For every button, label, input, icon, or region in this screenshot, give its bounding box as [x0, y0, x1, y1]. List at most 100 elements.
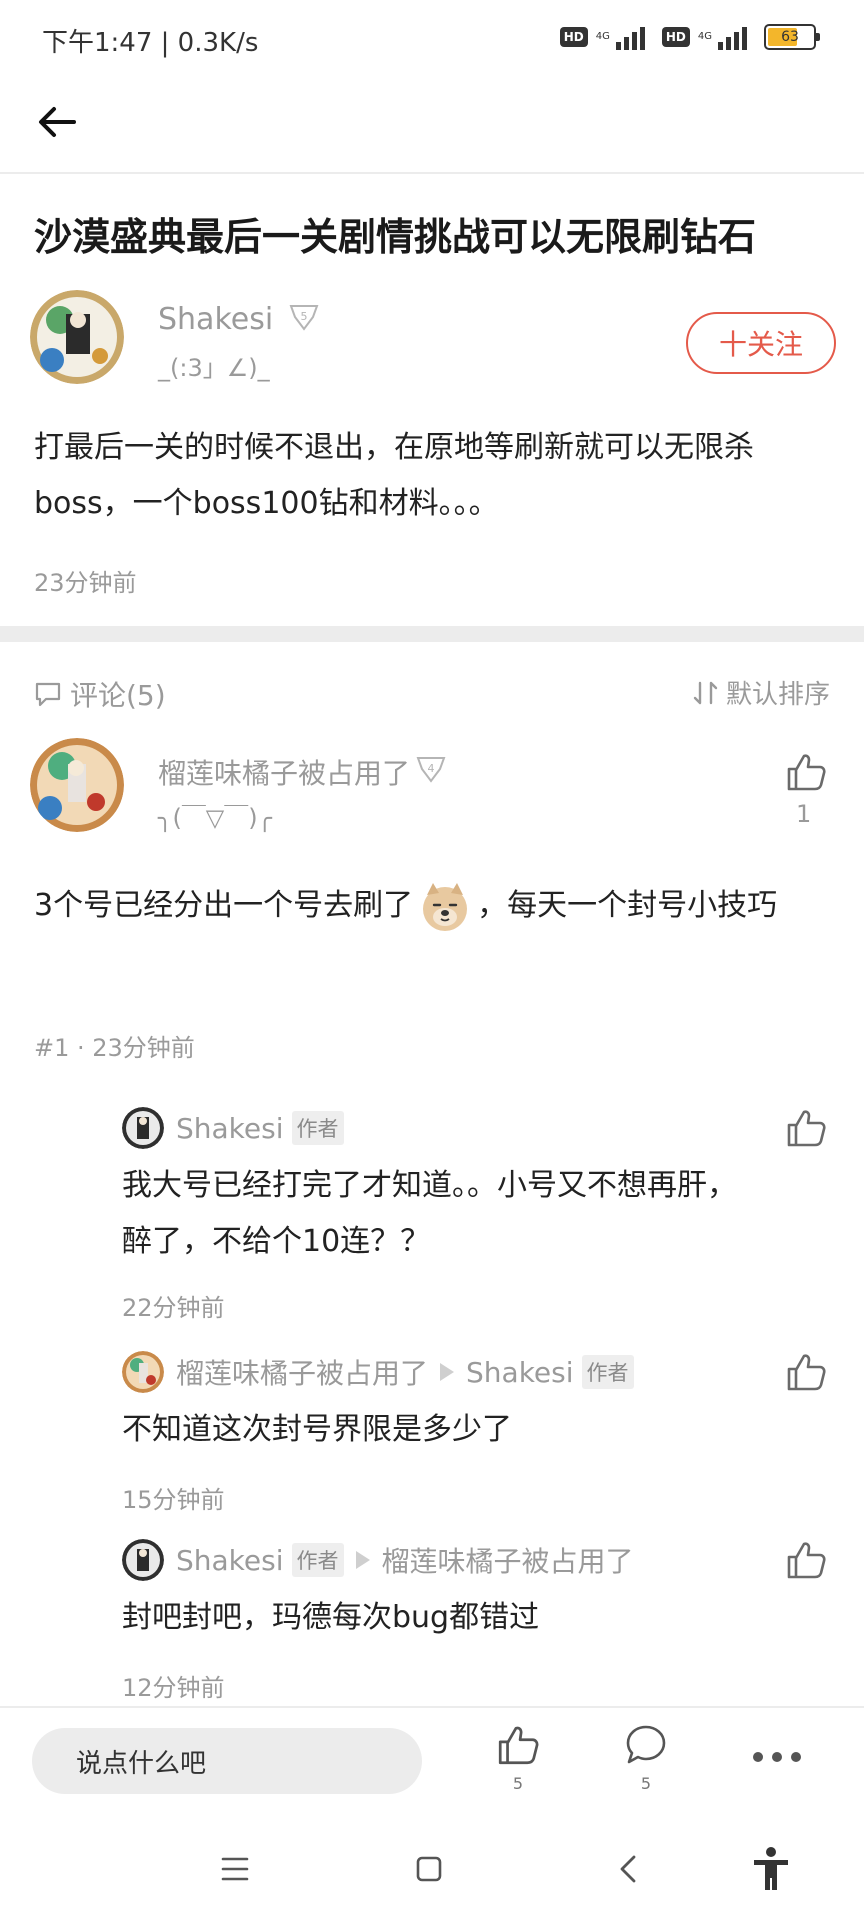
- reply-header: Shakesi 作者: [122, 1106, 344, 1150]
- hd-badge-2: HD: [661, 27, 690, 47]
- reply-avatar[interactable]: [122, 1351, 164, 1393]
- home-nav-button[interactable]: [404, 1844, 454, 1894]
- more-button[interactable]: [752, 1742, 802, 1772]
- comment-text-part2: ，每天一个封号小技巧: [477, 888, 778, 923]
- back-nav-button[interactable]: [604, 1844, 654, 1894]
- comment-body: 3个号已经分出一个号去刷了 ，每天一个封号小技巧: [34, 878, 834, 934]
- post-time: 23分钟前: [34, 569, 137, 597]
- post-title: 沙漠盛典最后一关剧情挑战可以无限刷钻石: [34, 215, 757, 259]
- reply-avatar[interactable]: [122, 1539, 164, 1581]
- home-icon: [416, 1856, 442, 1882]
- reply-author-name[interactable]: 榴莲味橘子被占用了: [176, 1352, 428, 1392]
- comment-text-part1: 3个号已经分出一个号去刷了: [34, 888, 414, 923]
- reply-time: 12分钟前: [122, 1674, 225, 1702]
- comment-meta: #1 · 23分钟前: [34, 1034, 195, 1062]
- reply-avatar[interactable]: [122, 1107, 164, 1149]
- sort-icon: [693, 681, 718, 704]
- status-bar: 下午1:47 | 0.3K/s HD 4G HD 4G 63: [0, 0, 864, 80]
- more-dot: [772, 1752, 782, 1762]
- network-type: 4G: [595, 31, 610, 42]
- reply-header: Shakesi 作者 榴莲味橘子被占用了: [122, 1538, 634, 1582]
- thumbs-up-icon: [787, 1110, 826, 1147]
- level-badge-icon: 5: [289, 303, 319, 339]
- level-badge-icon: 4: [416, 755, 446, 790]
- sort-label: 默认排序: [725, 680, 830, 710]
- reply-time: 15分钟前: [122, 1486, 225, 1514]
- reply-time: 22分钟前: [122, 1294, 225, 1322]
- post-like-button[interactable]: 5: [488, 1722, 548, 1793]
- comment-count-label: 评论(5): [70, 679, 166, 712]
- avatar-image: [30, 738, 124, 832]
- avatar-image: [122, 1351, 164, 1393]
- comment-count: 评论(5): [34, 674, 166, 714]
- signal-icon-2: [718, 27, 747, 50]
- commenter-avatar[interactable]: [30, 738, 124, 832]
- commenter-name[interactable]: 榴莲味橘子被占用了: [158, 752, 410, 792]
- top-bar: [0, 80, 864, 174]
- reply-like-button[interactable]: [784, 1350, 828, 1394]
- reply-like-button[interactable]: [784, 1106, 828, 1150]
- back-button[interactable]: [34, 98, 82, 146]
- post-comment-button[interactable]: 5: [616, 1722, 676, 1793]
- system-nav-bar: [0, 1816, 864, 1920]
- signal-icon: [615, 27, 645, 50]
- post-like-count: 5: [512, 1774, 524, 1793]
- reply-body: 封吧封吧，玛德每次bug都错过: [122, 1600, 540, 1635]
- more-dot: [753, 1752, 763, 1762]
- comment-input[interactable]: 说点什么吧: [32, 1728, 422, 1794]
- reply-header: 榴莲味橘子被占用了 Shakesi 作者: [122, 1350, 634, 1394]
- dog-emoji-icon: [419, 881, 471, 933]
- comments-header: 评论(5) 默认排序: [34, 672, 830, 714]
- reply-author-name[interactable]: Shakesi: [176, 1544, 284, 1577]
- post-body: 打最后一关的时候不退出，在原地等刷新就可以无限杀boss，一个boss100钻和…: [34, 430, 754, 521]
- author-name-row[interactable]: Shakesi 5: [158, 302, 319, 339]
- network-type-2: 4G: [697, 31, 712, 42]
- back-nav-icon: [620, 1855, 636, 1883]
- comment-like-count: 1: [796, 800, 812, 828]
- bottom-action-bar: 说点什么吧 5 5: [0, 1706, 864, 1816]
- follow-button[interactable]: 十关注: [686, 312, 836, 374]
- back-arrow-icon: [39, 107, 76, 137]
- battery-level: 63: [781, 29, 799, 45]
- thumbs-up-icon: [498, 1726, 539, 1765]
- accessibility-button[interactable]: [746, 1844, 796, 1894]
- reply-like-button[interactable]: [784, 1538, 828, 1582]
- reply-arrow-icon: [355, 1551, 370, 1569]
- accessibility-icon: [754, 1847, 788, 1890]
- status-icons: HD 4G HD 4G 63: [559, 24, 820, 50]
- reply-arrow-icon: [440, 1363, 455, 1381]
- reply-item: Shakesi 作者 我大号已经打完了才知道。。小号又不想再肝，醉了，不给个10…: [122, 1106, 834, 1326]
- commenter-signature: ╮(￣▽￣)╭: [158, 804, 273, 832]
- menu-nav-button[interactable]: [210, 1844, 260, 1894]
- thumbs-up-icon: [787, 1542, 826, 1579]
- author-tag: 作者: [291, 1543, 344, 1577]
- reply-item: 榴莲味橘子被占用了 Shakesi 作者 不知道这次封号界限是多少了 15分钟前: [122, 1350, 834, 1514]
- thumbs-up-icon: [787, 754, 826, 791]
- author-row: Shakesi 5 _(:3」∠)_ 十关注: [30, 290, 836, 390]
- hd-badge: HD: [559, 27, 588, 47]
- comment-icon: [35, 682, 61, 707]
- author-name[interactable]: Shakesi: [158, 302, 273, 337]
- reply-body: 不知道这次封号界限是多少了: [122, 1412, 512, 1447]
- sort-button[interactable]: 默认排序: [692, 674, 830, 711]
- comment-bubble-icon: [626, 1725, 666, 1764]
- author-tag: 作者: [581, 1355, 634, 1389]
- author-avatar[interactable]: [30, 290, 124, 384]
- avatar-image: [122, 1107, 164, 1149]
- reply-author-name[interactable]: Shakesi: [176, 1112, 284, 1145]
- author-tag: 作者: [291, 1111, 344, 1145]
- reply-to-name[interactable]: 榴莲味橘子被占用了: [382, 1540, 634, 1580]
- section-divider: [0, 626, 864, 642]
- comment-like-button[interactable]: [784, 750, 828, 794]
- reply-to-name[interactable]: Shakesi: [466, 1356, 574, 1389]
- more-dot: [791, 1752, 801, 1762]
- avatar-image: [30, 290, 124, 384]
- level-badge-number: 5: [300, 310, 307, 323]
- menu-icon: [221, 1857, 249, 1881]
- level-badge-number: 4: [428, 762, 435, 775]
- status-time: 下午1:47 | 0.3K/s: [42, 28, 259, 58]
- battery-icon: 63: [764, 24, 820, 50]
- author-signature: _(:3」∠)_: [158, 354, 270, 382]
- thumbs-up-icon: [787, 1354, 826, 1391]
- commenter-name-row[interactable]: 榴莲味橘子被占用了 4: [158, 752, 446, 792]
